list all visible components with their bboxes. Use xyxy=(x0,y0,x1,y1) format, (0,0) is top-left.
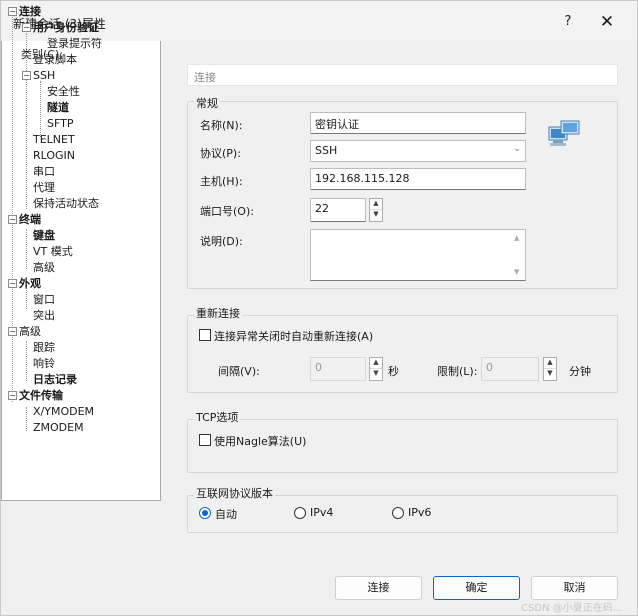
connect-button[interactable]: 连接 xyxy=(335,576,422,600)
tree-item-logging[interactable]: 日志记录 xyxy=(33,373,77,387)
cancel-button[interactable]: 取消 xyxy=(531,576,618,600)
chevron-down-icon: ⌄ xyxy=(513,144,521,154)
session-properties-dialog: 新建会话 (3)属性 ? ✕ 类别(C): − 连接 − 用户身份验证 登录提示… xyxy=(0,0,638,616)
category-tree[interactable]: − 连接 − 用户身份验证 登录提示符 登录脚本 − SSH 安全性 隧道 SF… xyxy=(1,1,161,501)
scroll-up-icon[interactable]: ▲ xyxy=(514,234,519,242)
name-field[interactable]: 密钥认证 xyxy=(310,112,526,134)
reconnect-group xyxy=(187,315,618,393)
port-field[interactable]: 22 xyxy=(310,198,366,222)
tree-item-terminal[interactable]: 终端 xyxy=(19,213,41,227)
radio-auto[interactable] xyxy=(199,507,211,519)
limit-label: 限制(L): xyxy=(437,365,478,378)
tree-item-rlogin[interactable]: RLOGIN xyxy=(33,149,75,163)
reconnect-group-title: 重新连接 xyxy=(194,305,242,321)
tree-line xyxy=(26,229,27,269)
tree-item-appearance[interactable]: 外观 xyxy=(19,277,41,291)
tree-item-zmodem[interactable]: ZMODEM xyxy=(33,421,84,435)
limit-stepper[interactable]: ▲ ▼ xyxy=(543,357,557,381)
close-button[interactable]: ✕ xyxy=(593,11,621,33)
spin-up-icon[interactable]: ▲ xyxy=(370,358,382,369)
tree-item-bell[interactable]: 响铃 xyxy=(33,357,55,371)
section-breadcrumb: 连接 xyxy=(187,64,618,86)
tree-item-security[interactable]: 安全性 xyxy=(47,85,80,99)
tree-item-connection[interactable]: 连接 xyxy=(19,5,41,19)
tree-item-telnet[interactable]: TELNET xyxy=(33,133,75,147)
spin-down-icon[interactable]: ▼ xyxy=(544,369,556,380)
tree-line xyxy=(26,33,27,209)
tree-line xyxy=(26,341,27,381)
interval-stepper[interactable]: ▲ ▼ xyxy=(369,357,383,381)
host-label: 主机(H): xyxy=(200,175,243,188)
tree-item-auth[interactable]: 用户身份验证 xyxy=(33,21,99,35)
tree-item-advanced[interactable]: 高级 xyxy=(19,325,41,339)
ok-button[interactable]: 确定 xyxy=(433,576,520,600)
tree-item-tunnel[interactable]: 隧道 xyxy=(47,101,69,115)
tree-item-xymodem[interactable]: X/YMODEM xyxy=(33,405,94,419)
auto-reconnect-label: 连接异常关闭时自动重新连接(A) xyxy=(214,330,374,343)
tree-item-sftp[interactable]: SFTP xyxy=(47,117,73,131)
interval-field[interactable]: 0 xyxy=(310,357,366,381)
limit-field[interactable]: 0 xyxy=(481,357,539,381)
general-group-title: 常规 xyxy=(194,95,220,111)
tree-item-advanced-terminal[interactable]: 高级 xyxy=(33,261,55,275)
tree-item-keepalive[interactable]: 保持活动状态 xyxy=(33,197,99,211)
collapse-icon[interactable]: − xyxy=(8,391,17,400)
protocol-label: 协议(P): xyxy=(200,147,241,160)
nagle-label: 使用Nagle算法(U) xyxy=(214,435,307,448)
watermark: CSDN @小夏正在码... xyxy=(521,603,623,614)
spin-down-icon[interactable]: ▼ xyxy=(370,210,382,221)
host-field[interactable]: 192.168.115.128 xyxy=(310,168,526,190)
tree-item-login-script[interactable]: 登录脚本 xyxy=(33,53,77,67)
interval-unit: 秒 xyxy=(388,365,399,378)
tree-line xyxy=(26,407,27,431)
radio-ipv4[interactable] xyxy=(294,507,306,519)
port-stepper[interactable]: ▲ ▼ xyxy=(369,198,383,222)
tree-item-login-prompts[interactable]: 登录提示符 xyxy=(47,37,102,51)
ip-version-group-title: 互联网协议版本 xyxy=(194,485,275,501)
tree-item-vt-mode[interactable]: VT 模式 xyxy=(33,245,73,259)
collapse-icon[interactable]: − xyxy=(8,279,17,288)
radio-ipv4-label: IPv4 xyxy=(310,506,334,519)
auto-reconnect-checkbox[interactable] xyxy=(199,329,211,341)
spin-up-icon[interactable]: ▲ xyxy=(544,358,556,369)
port-label: 端口号(O): xyxy=(200,205,254,218)
nagle-checkbox[interactable] xyxy=(199,434,211,446)
tree-line xyxy=(40,81,41,137)
radio-ipv6-label: IPv6 xyxy=(408,506,432,519)
tree-item-window[interactable]: 窗口 xyxy=(33,293,55,307)
name-label: 名称(N): xyxy=(200,119,243,132)
protocol-select[interactable]: SSH ⌄ xyxy=(310,140,526,162)
tree-item-highlight[interactable]: 突出 xyxy=(33,309,55,323)
description-label: 说明(D): xyxy=(200,235,243,248)
help-button[interactable]: ? xyxy=(556,11,580,33)
tree-item-proxy[interactable]: 代理 xyxy=(33,181,55,195)
collapse-icon[interactable]: − xyxy=(8,327,17,336)
collapse-icon[interactable]: − xyxy=(8,7,17,16)
tree-item-keyboard[interactable]: 键盘 xyxy=(33,229,55,243)
description-field[interactable] xyxy=(310,229,526,281)
tree-item-trace[interactable]: 跟踪 xyxy=(33,341,55,355)
spin-up-icon[interactable]: ▲ xyxy=(370,199,382,210)
collapse-icon[interactable]: − xyxy=(22,23,31,32)
spin-down-icon[interactable]: ▼ xyxy=(370,369,382,380)
tcp-group-title: TCP选项 xyxy=(194,409,241,425)
interval-label: 间隔(V): xyxy=(218,365,260,378)
radio-ipv6[interactable] xyxy=(392,507,404,519)
limit-unit: 分钟 xyxy=(569,365,591,378)
tree-item-ssh[interactable]: SSH xyxy=(33,69,55,83)
network-computers-icon xyxy=(548,120,580,146)
radio-auto-label: 自动 xyxy=(215,508,237,521)
scroll-down-icon[interactable]: ▼ xyxy=(514,268,519,276)
collapse-icon[interactable]: − xyxy=(22,71,31,80)
tree-line xyxy=(12,17,13,402)
collapse-icon[interactable]: − xyxy=(8,215,17,224)
tree-item-serial[interactable]: 串口 xyxy=(33,165,55,179)
protocol-value: SSH xyxy=(315,144,338,157)
tree-item-file-transfer[interactable]: 文件传输 xyxy=(19,389,63,403)
